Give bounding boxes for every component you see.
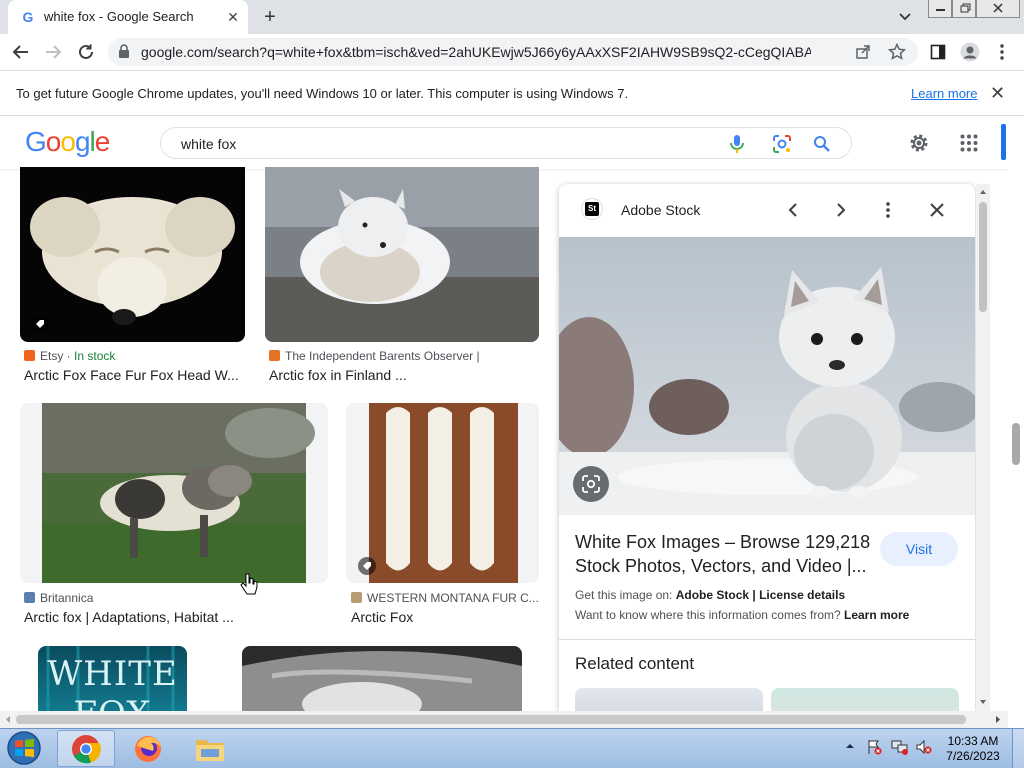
search-icon[interactable] <box>813 135 831 153</box>
google-logo[interactable]: Google <box>25 126 111 158</box>
get-image-site-link[interactable]: Adobe Stock <box>676 588 749 602</box>
preview-image-fox-kit[interactable] <box>559 237 975 515</box>
panel-source-name[interactable]: Adobe Stock <box>621 202 700 218</box>
result-image-bw-fox[interactable] <box>242 646 522 711</box>
logo-letter: o <box>45 126 62 157</box>
book-cover-title: WHITE FOX <box>47 654 178 711</box>
show-desktop-button[interactable] <box>1012 729 1024 768</box>
result-image-britannica[interactable] <box>20 403 328 583</box>
related-thumbnail[interactable] <box>771 688 959 711</box>
start-button[interactable] <box>4 729 44 767</box>
logo-letter: g <box>74 126 91 157</box>
url-text[interactable]: google.com/search?q=white+fox&tbm=isch&v… <box>141 44 811 60</box>
address-bar[interactable]: google.com/search?q=white+fox&tbm=isch&v… <box>108 38 918 66</box>
western-montana-fur-favicon-icon <box>351 592 362 603</box>
result-source[interactable]: WESTERN MONTANA FUR C... <box>351 591 541 605</box>
tab-close-icon[interactable]: ✕ <box>224 8 242 26</box>
adobe-stock-logo-icon[interactable]: St <box>581 198 603 220</box>
stock-badge: In stock <box>74 349 116 363</box>
visual-search-lens-icon[interactable] <box>573 466 609 502</box>
share-icon[interactable] <box>855 44 871 60</box>
taskbar-firefox-icon[interactable] <box>119 730 177 767</box>
account-indicator[interactable] <box>1001 124 1006 160</box>
mouse-pointer-icon <box>240 572 258 596</box>
volume-muted-icon[interactable] <box>915 739 933 755</box>
tag-icon <box>358 557 376 575</box>
side-panel-icon[interactable] <box>925 39 951 65</box>
update-infobar: To get future Google Chrome updates, you… <box>0 70 1024 116</box>
profile-avatar-icon[interactable] <box>957 39 983 65</box>
clock-time: 10:33 AM <box>947 734 999 748</box>
back-arrow-icon[interactable] <box>8 39 34 65</box>
taskbar-chrome-icon[interactable] <box>57 730 115 767</box>
next-chevron-icon[interactable] <box>829 198 853 222</box>
search-box[interactable]: white fox <box>160 127 852 159</box>
logo-letter: G <box>25 126 47 157</box>
result-title[interactable]: Arctic Fox Face Fur Fox Head W... <box>24 367 239 383</box>
result-image-arctic-fox-finland[interactable] <box>265 167 539 342</box>
tab-search-chevron-icon[interactable] <box>894 6 916 28</box>
bookmark-star-icon[interactable] <box>888 43 906 61</box>
logo-letter: o <box>60 126 76 157</box>
license-details-link[interactable]: License details <box>759 588 845 602</box>
restore-button[interactable] <box>952 0 976 18</box>
search-query-input[interactable]: white fox <box>181 136 236 152</box>
page-horizontal-scrollbar[interactable] <box>0 711 1008 728</box>
previous-chevron-icon[interactable] <box>781 198 805 222</box>
etsy-favicon-icon <box>24 350 35 361</box>
google-apps-icon[interactable] <box>960 134 978 152</box>
action-center-flag-icon[interactable] <box>866 739 882 755</box>
taskbar-clock[interactable]: 10:33 AM 7/26/2023 <box>938 734 1008 764</box>
tag-icon <box>31 315 49 333</box>
panel-image-title[interactable]: White Fox Images – Browse 129,218 Stock … <box>575 530 875 578</box>
microphone-icon[interactable] <box>729 134 745 154</box>
infobar-learn-more-link[interactable]: Learn more <box>911 86 977 101</box>
taskbar-explorer-folder-icon[interactable] <box>181 730 239 767</box>
minimize-button[interactable] <box>928 0 952 18</box>
logo-letter: e <box>94 126 111 157</box>
result-image-fox-pelts[interactable] <box>346 403 539 583</box>
result-title[interactable]: Arctic fox in Finland ... <box>269 367 407 383</box>
settings-gear-icon[interactable] <box>907 131 931 155</box>
source-info-line: Want to know where this information come… <box>575 608 910 622</box>
result-image-white-fox-book[interactable]: WHITE FOX <box>38 646 187 711</box>
source-learn-more-link[interactable]: Learn more <box>844 608 909 622</box>
clock-date: 7/26/2023 <box>946 749 1000 763</box>
result-source[interactable]: Britannica <box>24 591 93 605</box>
barents-observer-favicon-icon <box>269 350 280 361</box>
new-tab-button[interactable]: + <box>258 4 282 30</box>
result-source[interactable]: Etsy · In stock <box>24 349 115 363</box>
close-window-button[interactable] <box>976 0 1020 18</box>
browser-tab[interactable]: G white fox - Google Search ✕ <box>8 0 248 34</box>
result-image-fox-head[interactable] <box>20 167 245 342</box>
page-vertical-scrollbar[interactable] <box>1008 117 1024 711</box>
panel-scrollbar[interactable] <box>976 184 990 711</box>
result-source[interactable]: The Independent Barents Observer | <box>269 349 480 363</box>
result-title[interactable]: Arctic fox | Adaptations, Habitat ... <box>24 609 234 625</box>
infobar-message: To get future Google Chrome updates, you… <box>16 86 629 101</box>
related-thumbnail[interactable] <box>575 688 763 711</box>
tab-title: white fox - Google Search <box>44 9 194 24</box>
get-image-line: Get this image on: Adobe Stock | License… <box>575 588 846 602</box>
panel-divider <box>559 639 975 640</box>
lens-camera-icon[interactable] <box>772 134 792 154</box>
image-preview-panel: St Adobe Stock White Fox Images – Browse… <box>559 184 975 711</box>
show-hidden-icons-icon[interactable] <box>845 741 855 751</box>
visit-button[interactable]: Visit <box>880 532 958 566</box>
network-icon[interactable] <box>891 739 909 755</box>
more-options-icon[interactable] <box>876 198 900 222</box>
infobar-close-icon[interactable]: ✕ <box>990 83 1005 104</box>
google-favicon-icon: G <box>22 9 34 25</box>
britannica-favicon-icon <box>24 592 35 603</box>
result-title[interactable]: Arctic Fox <box>351 609 413 625</box>
lock-icon[interactable] <box>118 44 130 59</box>
related-content-heading: Related content <box>575 654 695 673</box>
chrome-menu-icon[interactable] <box>989 39 1015 65</box>
close-panel-icon[interactable] <box>925 198 949 222</box>
forward-arrow-icon[interactable] <box>40 39 66 65</box>
reload-icon[interactable] <box>73 39 99 65</box>
